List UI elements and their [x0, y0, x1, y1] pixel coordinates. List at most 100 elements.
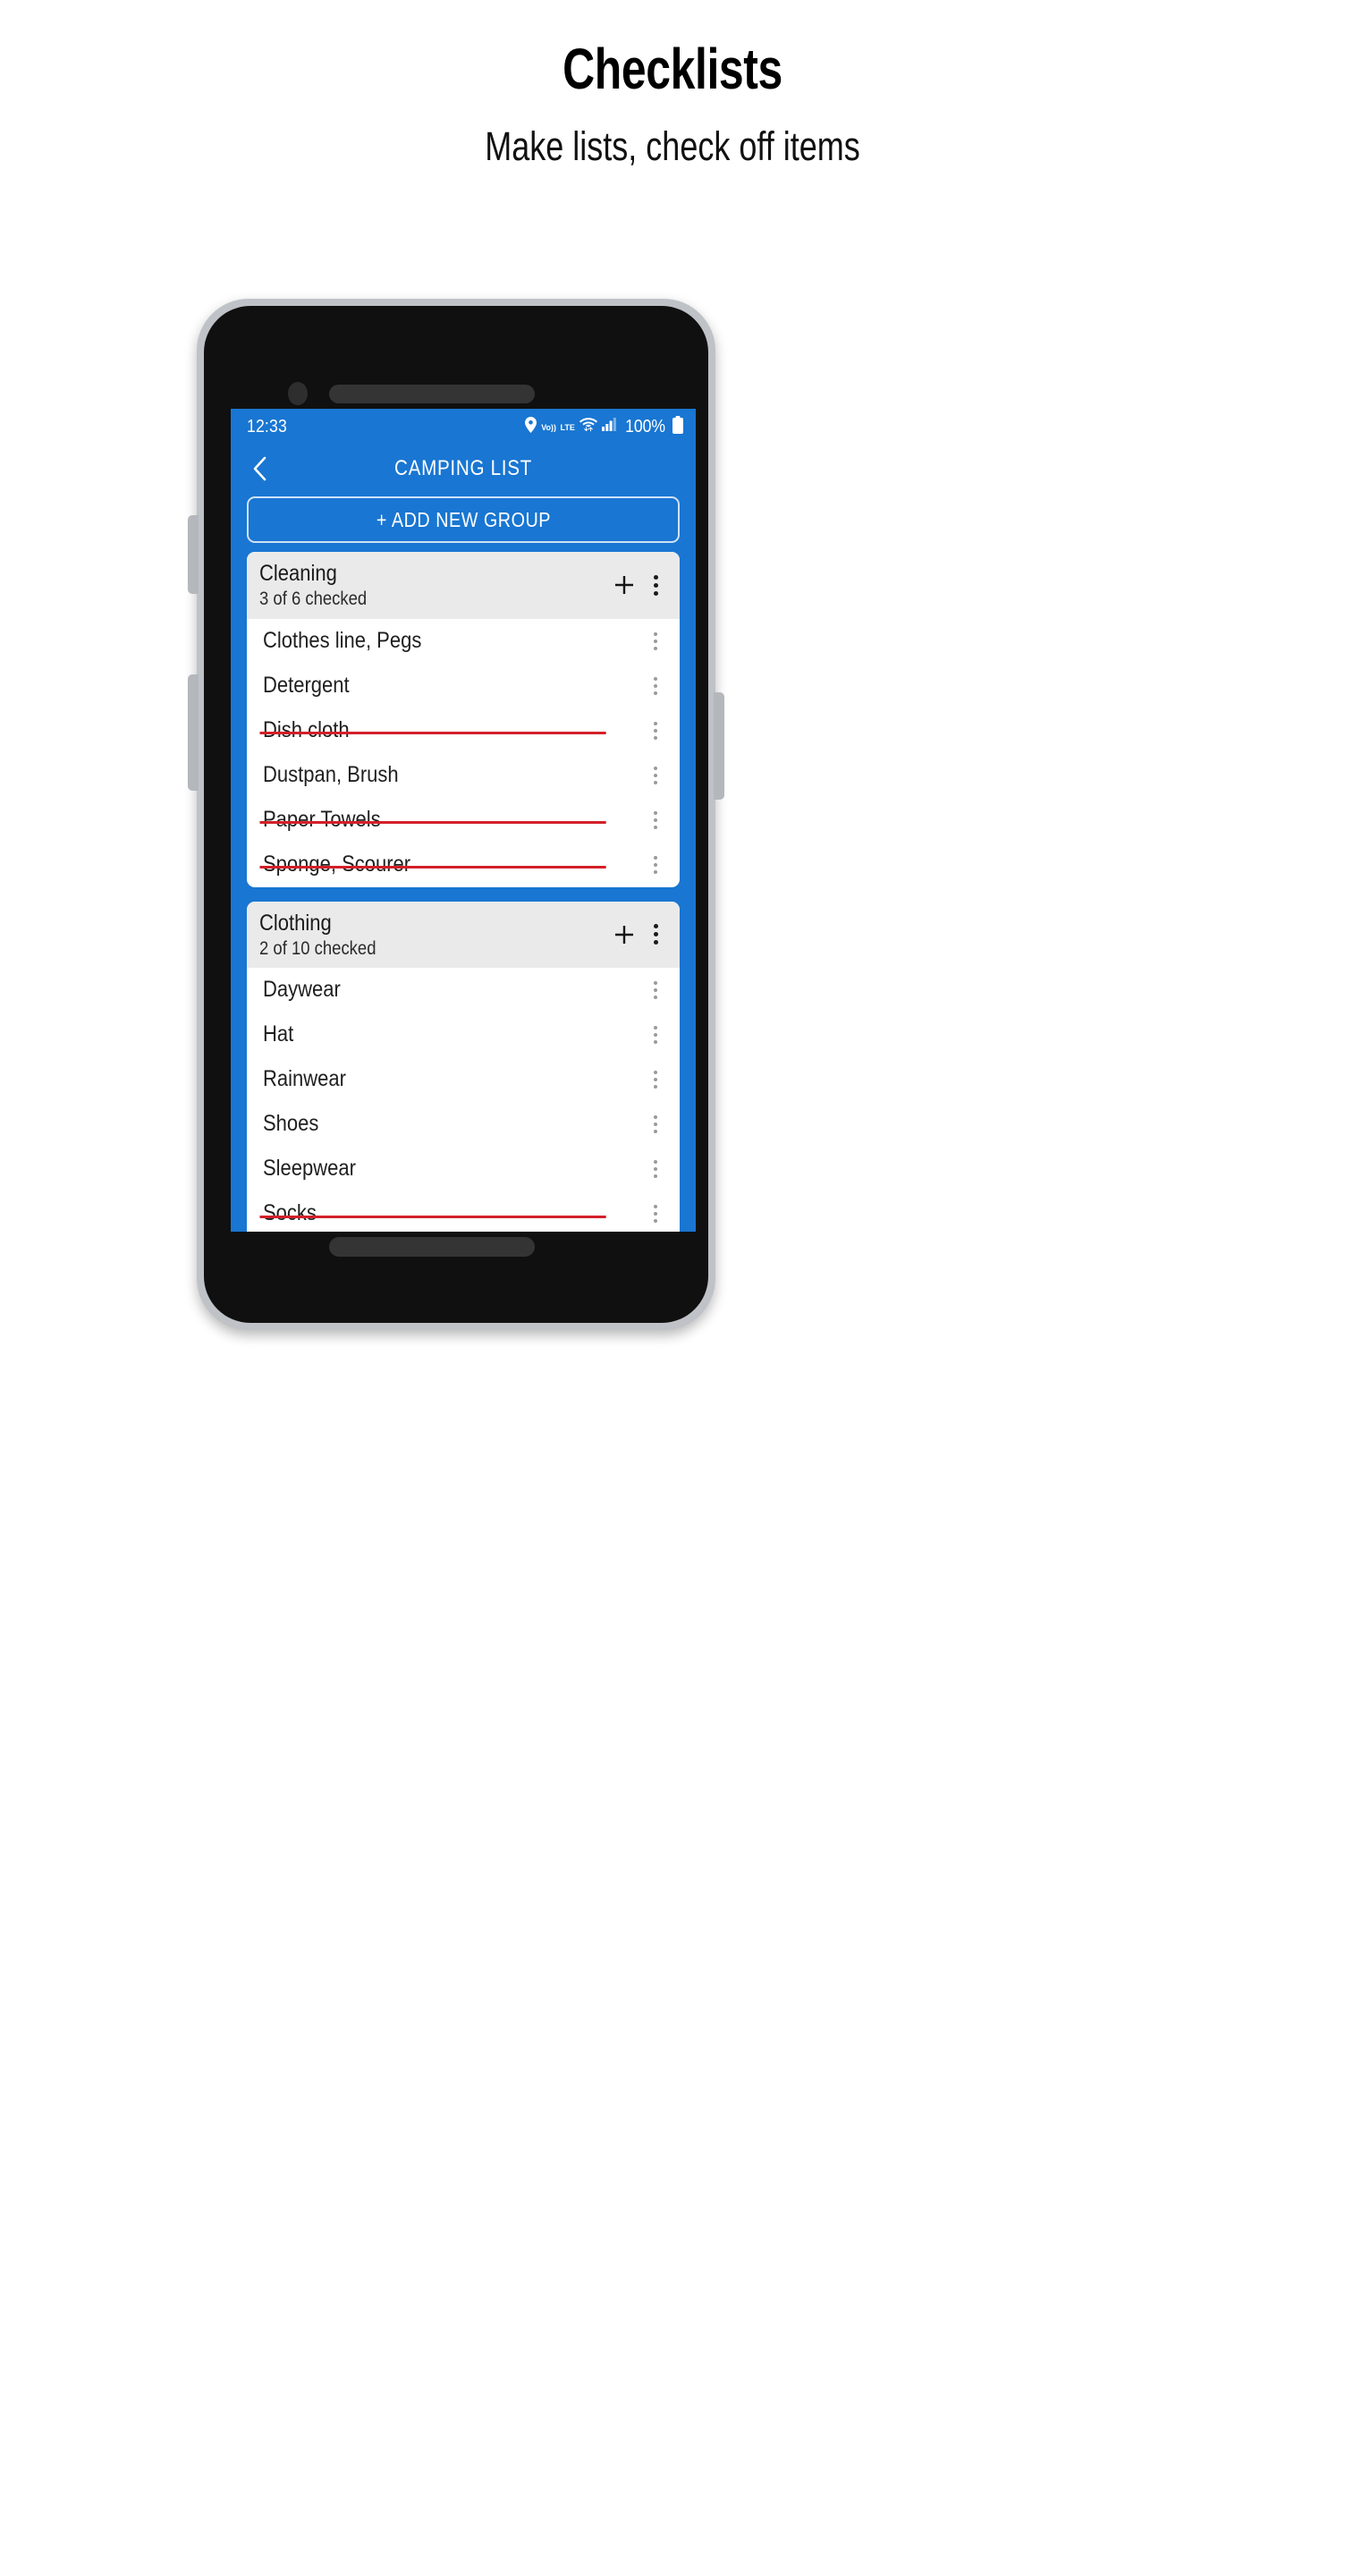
item-overflow-menu-icon[interactable]	[644, 713, 667, 749]
menu-dot	[654, 1219, 657, 1224]
menu-dot	[654, 1212, 657, 1216]
add-item-button[interactable]	[606, 567, 642, 603]
list-item[interactable]: Clothes line, Pegs	[247, 619, 680, 664]
item-overflow-menu-icon[interactable]	[644, 1106, 667, 1142]
list-item-label: Sponge, Scourer	[259, 852, 606, 877]
list-item-label: Detergent	[263, 672, 350, 698]
phone-mockup: 12:33 Vo)) LTE 100% CAMPING LIST + ADD N…	[188, 299, 1148, 1354]
list-item-label: Hat	[263, 1021, 294, 1047]
add-new-group-label: + ADD NEW GROUP	[376, 507, 551, 531]
list-item[interactable]: Detergent	[247, 664, 680, 708]
menu-dot	[654, 1160, 657, 1165]
page-title: Checklists	[563, 37, 782, 101]
item-overflow-menu-icon[interactable]	[644, 668, 667, 704]
menu-dot	[654, 855, 657, 860]
volume-up-button[interactable]	[188, 515, 199, 594]
battery-percent-label: 100%	[624, 416, 665, 436]
add-new-group-button[interactable]: + ADD NEW GROUP	[247, 496, 680, 543]
group-list: Cleaning 3 of 6 checked Clothes line, Pegs…	[231, 552, 696, 1232]
status-bar-icons: Vo)) LTE 100%	[525, 415, 683, 438]
list-item-label: Socks	[259, 1201, 606, 1226]
list-item-label: Daywear	[263, 977, 341, 1003]
menu-dot	[654, 818, 657, 822]
list-item-label: Paper Towels	[259, 807, 606, 833]
list-item[interactable]: Sponge, Scourer	[247, 843, 680, 887]
list-item-label: Dish cloth	[259, 717, 606, 743]
group-card: Cleaning 3 of 6 checked Clothes line, Pegs…	[247, 552, 680, 887]
volte-icon: Vo)) LTE	[541, 419, 575, 435]
cellular-signal-icon	[601, 418, 616, 436]
menu-dot	[654, 676, 657, 681]
list-item[interactable]: Hat	[247, 1013, 680, 1057]
item-overflow-menu-icon[interactable]	[644, 1151, 667, 1187]
plus-icon	[615, 925, 633, 944]
list-item-label: Shoes	[263, 1111, 319, 1137]
group-overflow-menu-icon[interactable]	[642, 567, 669, 603]
item-overflow-menu-icon[interactable]	[644, 802, 667, 838]
item-overflow-menu-icon[interactable]	[644, 758, 667, 793]
item-overflow-menu-icon[interactable]	[644, 847, 667, 883]
menu-dot	[654, 631, 657, 636]
app-bar-title: CAMPING LIST	[394, 456, 532, 480]
group-header-texts: Clothing 2 of 10 checked	[259, 911, 606, 960]
list-item[interactable]: Socks	[247, 1191, 680, 1232]
earpiece-speaker	[329, 385, 535, 403]
menu-dot	[653, 590, 658, 596]
menu-dot	[654, 1078, 657, 1082]
menu-dot	[654, 1130, 657, 1134]
volume-down-button[interactable]	[188, 674, 199, 791]
menu-dot	[654, 735, 657, 740]
phone-screen: 12:33 Vo)) LTE 100% CAMPING LIST + ADD N…	[231, 409, 696, 1232]
item-overflow-menu-icon[interactable]	[644, 1017, 667, 1053]
menu-dot	[654, 639, 657, 643]
menu-dot	[654, 1040, 657, 1045]
group-header[interactable]: Cleaning 3 of 6 checked	[247, 552, 680, 619]
menu-dot	[653, 940, 658, 945]
volte-top-label: Vo))	[541, 423, 557, 432]
list-item[interactable]: Shoes	[247, 1102, 680, 1147]
menu-dot	[654, 1026, 657, 1030]
list-item-label: Rainwear	[263, 1066, 346, 1092]
group-card: Clothing 2 of 10 checked Daywear Hat Rainwea…	[247, 901, 680, 1232]
menu-dot	[654, 1071, 657, 1075]
app-bar: CAMPING LIST	[231, 445, 696, 493]
item-overflow-menu-icon[interactable]	[644, 1196, 667, 1232]
menu-dot	[654, 1123, 657, 1127]
list-item[interactable]: Sleepwear	[247, 1147, 680, 1191]
item-overflow-menu-icon[interactable]	[644, 623, 667, 659]
group-title: Cleaning	[259, 561, 337, 586]
menu-dot	[653, 924, 658, 929]
list-item[interactable]: Daywear	[247, 968, 680, 1013]
group-overflow-menu-icon[interactable]	[642, 917, 669, 953]
menu-dot	[653, 582, 658, 588]
phone-bezel: 12:33 Vo)) LTE 100% CAMPING LIST + ADD N…	[188, 299, 724, 1330]
menu-dot	[654, 766, 657, 770]
menu-dot	[654, 1115, 657, 1120]
list-item-label: Sleepwear	[263, 1156, 356, 1182]
list-item-label: Dustpan, Brush	[263, 761, 399, 787]
power-button[interactable]	[714, 692, 724, 800]
group-header[interactable]: Clothing 2 of 10 checked	[247, 901, 680, 969]
bottom-speaker	[329, 1237, 535, 1257]
group-progress-label: 3 of 6 checked	[259, 589, 368, 609]
menu-dot	[654, 721, 657, 725]
add-item-button[interactable]	[606, 917, 642, 953]
list-item[interactable]: Paper Towels	[247, 798, 680, 843]
list-item[interactable]: Dustpan, Brush	[247, 753, 680, 798]
menu-dot	[654, 728, 657, 733]
list-item[interactable]: Rainwear	[247, 1057, 680, 1102]
item-overflow-menu-icon[interactable]	[644, 1062, 667, 1097]
plus-icon	[615, 576, 633, 595]
menu-dot	[654, 780, 657, 784]
menu-dot	[654, 996, 657, 1000]
battery-full-icon	[672, 415, 683, 438]
menu-dot	[653, 574, 658, 580]
menu-dot	[654, 825, 657, 829]
item-overflow-menu-icon[interactable]	[644, 972, 667, 1008]
menu-dot	[654, 1033, 657, 1038]
menu-dot	[654, 869, 657, 874]
list-item[interactable]: Dish cloth	[247, 708, 680, 753]
menu-dot	[653, 932, 658, 937]
group-title: Clothing	[259, 910, 332, 936]
page-subtitle: Make lists, check off items	[485, 123, 860, 170]
